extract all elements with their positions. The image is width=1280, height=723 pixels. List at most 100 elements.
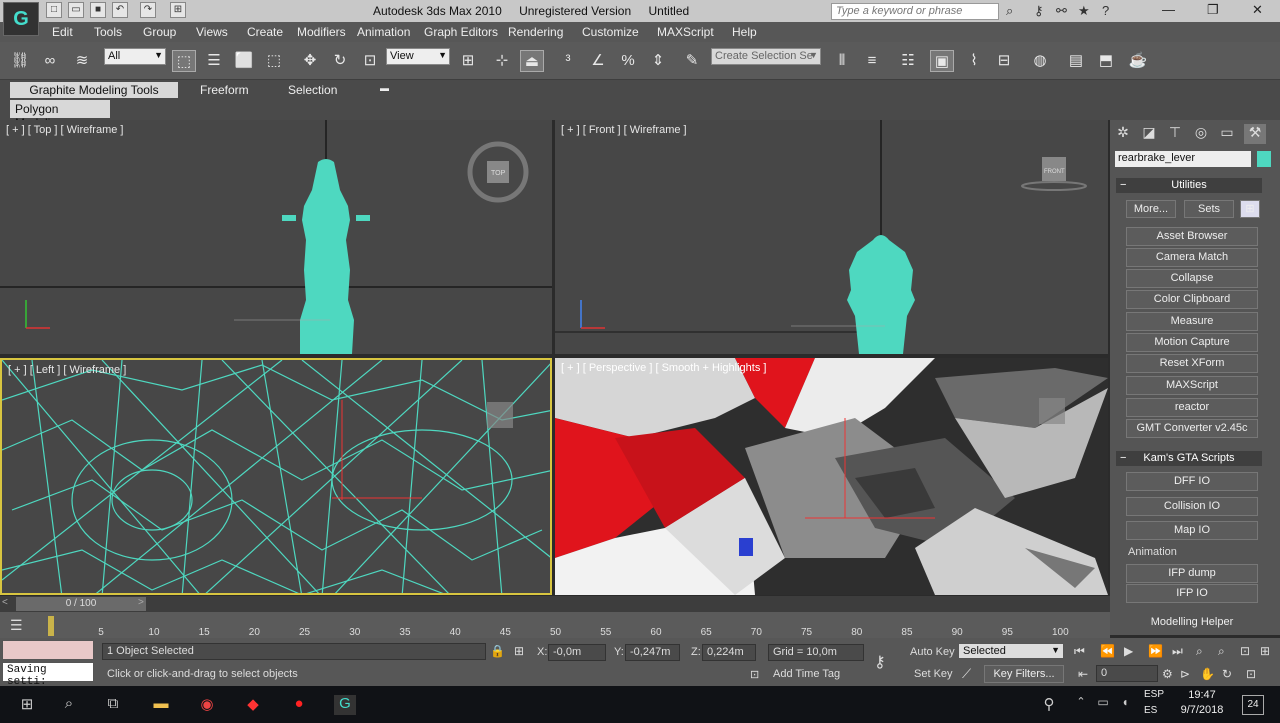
- display-icon[interactable]: ▭: [1092, 695, 1114, 715]
- time-slider[interactable]: < 0 / 100 >: [0, 596, 1110, 612]
- utility-camera-match[interactable]: Camera Match: [1126, 248, 1258, 267]
- current-frame-marker[interactable]: [48, 616, 54, 636]
- track-bar[interactable]: ☰ 5 10 15 20 25 30 35 40 45 50 55 60 65 70 75 80 85 90 95 1…: [0, 612, 1110, 638]
- minimize-icon[interactable]: —: [1162, 2, 1175, 17]
- prev-frame-icon[interactable]: <: [2, 597, 8, 608]
- align-icon[interactable]: ≡: [860, 50, 884, 72]
- new-file-icon[interactable]: □: [46, 2, 62, 18]
- tab-freeform[interactable]: Freeform: [192, 82, 257, 98]
- maximize-viewport-icon[interactable]: ⊡: [1246, 667, 1256, 681]
- auto-key-button[interactable]: Auto Key: [910, 646, 955, 658]
- graphite-toggle-icon[interactable]: ▣: [930, 50, 954, 72]
- 3ds-max-taskbar-icon[interactable]: G: [334, 695, 356, 715]
- next-frame-icon[interactable]: >: [138, 597, 144, 608]
- menu-create[interactable]: Create: [247, 25, 283, 39]
- input-language[interactable]: ESP ES: [1144, 689, 1164, 716]
- clock[interactable]: 19:47 9/7/2018: [1178, 689, 1226, 716]
- user-icon[interactable]: ⚲: [1038, 695, 1060, 715]
- rect-selection-icon[interactable]: ⬜: [232, 50, 256, 72]
- current-frame-field[interactable]: 0: [1096, 665, 1158, 682]
- menu-group[interactable]: Group: [143, 25, 176, 39]
- viewport-label-front[interactable]: [ + ] [ Front ] [ Wireframe ]: [561, 124, 687, 136]
- utility-motion-capture[interactable]: Motion Capture: [1126, 333, 1258, 352]
- menu-tools[interactable]: Tools: [94, 25, 122, 39]
- display-tab-icon[interactable]: ▭: [1216, 124, 1238, 144]
- help-icon[interactable]: ?: [1102, 3, 1109, 18]
- modify-tab-icon[interactable]: ◪: [1138, 124, 1160, 144]
- utilities-rollout-header[interactable]: − Utilities: [1116, 178, 1262, 193]
- zoom-all-icon[interactable]: ⌕: [1218, 644, 1225, 659]
- default-tangent-icon[interactable]: ⟋: [962, 666, 971, 682]
- unlink-icon[interactable]: ∞: [38, 50, 62, 72]
- select-manipulate-icon[interactable]: ⊹: [490, 50, 514, 72]
- recorder-icon[interactable]: ●: [288, 695, 310, 715]
- prev-key-icon[interactable]: ⏪: [1100, 644, 1115, 658]
- save-icon[interactable]: ■: [90, 2, 106, 18]
- select-object-icon[interactable]: ⬚: [172, 50, 196, 72]
- y-coord-field[interactable]: -0,247m: [625, 644, 680, 661]
- mirror-icon[interactable]: ⫴: [830, 50, 854, 72]
- lock-selection-icon[interactable]: 🔒: [490, 644, 505, 658]
- add-time-tag-button[interactable]: Add Time Tag: [768, 666, 864, 683]
- viewport-left[interactable]: [ + ] [ Left ] [ Wireframe ]: [0, 358, 552, 595]
- collision-io-button[interactable]: Collision IO: [1126, 497, 1258, 516]
- panel-polygon-modeling[interactable]: Polygon Modeling: [10, 100, 110, 130]
- reference-coordinate-dropdown[interactable]: View ▼: [386, 48, 450, 65]
- menu-help[interactable]: Help: [732, 25, 757, 39]
- viewport-label-left[interactable]: [ + ] [ Left ] [ Wireframe ]: [8, 364, 126, 376]
- more-button[interactable]: More...: [1126, 200, 1176, 218]
- menu-customize[interactable]: Customize: [582, 25, 639, 39]
- utility-reset-xform[interactable]: Reset XForm: [1126, 354, 1258, 373]
- set-key-icon[interactable]: ⚷: [874, 652, 886, 672]
- ifp-io-button[interactable]: IFP IO: [1126, 584, 1258, 603]
- redo-icon[interactable]: ↷: [140, 2, 156, 18]
- render-setup-icon[interactable]: ▤: [1064, 50, 1088, 72]
- menu-rendering[interactable]: Rendering: [508, 25, 563, 39]
- tray-arrow-icon[interactable]: ⌃: [1070, 695, 1092, 715]
- menu-maxscript[interactable]: MAXScript: [657, 25, 714, 39]
- hierarchy-tab-icon[interactable]: ⊤: [1164, 124, 1186, 144]
- configure-sets-icon[interactable]: ⊞: [1240, 200, 1260, 218]
- modelling-helper-button[interactable]: Modelling Helper: [1126, 614, 1258, 633]
- taskbar-search-icon[interactable]: ⌕: [58, 695, 80, 715]
- viewport-top[interactable]: TOP [ + ] [ Top ] [ Wireframe ]: [0, 120, 552, 354]
- notifications-icon[interactable]: 24: [1242, 695, 1264, 715]
- material-editor-icon[interactable]: ◍: [1028, 50, 1052, 72]
- bind-space-warp-icon[interactable]: ≋: [70, 50, 94, 72]
- undo-icon[interactable]: ↶: [112, 2, 128, 18]
- viewport-label-top[interactable]: [ + ] [ Top ] [ Wireframe ]: [6, 124, 123, 136]
- zoom-extents-icon[interactable]: ⊡: [1240, 644, 1250, 658]
- move-icon[interactable]: ✥: [298, 50, 322, 72]
- key-filters-button[interactable]: Key Filters...: [984, 665, 1064, 683]
- scale-icon[interactable]: ⊡: [358, 50, 382, 72]
- search-input[interactable]: Type a keyword or phrase: [831, 3, 999, 20]
- windows-start-icon[interactable]: ⊞: [16, 695, 38, 715]
- x-coord-field[interactable]: -0,0m: [548, 644, 606, 661]
- zoom-extents-all-icon[interactable]: ⊞: [1260, 644, 1270, 658]
- link-icon[interactable]: ⛓: [8, 50, 32, 72]
- curve-editor-icon[interactable]: ⌇: [962, 50, 986, 72]
- selection-filter-dropdown[interactable]: All ▼: [104, 48, 166, 65]
- rotate-icon[interactable]: ↻: [328, 50, 352, 72]
- map-io-button[interactable]: Map IO: [1126, 521, 1258, 540]
- pan-view-icon[interactable]: ✋: [1200, 667, 1215, 681]
- object-color-swatch[interactable]: [1257, 151, 1271, 167]
- menu-animation[interactable]: Animation: [357, 25, 410, 39]
- sets-button[interactable]: Sets: [1184, 200, 1234, 218]
- angle-snap-icon[interactable]: ∠: [586, 50, 610, 72]
- file-explorer-icon[interactable]: ▬: [150, 695, 172, 715]
- rendered-frame-icon[interactable]: ⬒: [1094, 50, 1118, 72]
- window-crossing-icon[interactable]: ⬚: [262, 50, 286, 72]
- ifp-dump-button[interactable]: IFP dump: [1126, 564, 1258, 583]
- z-coord-field[interactable]: 0,224m: [702, 644, 756, 661]
- spinner-snap-icon[interactable]: ⇕: [646, 50, 670, 72]
- viewport-perspective[interactable]: [ + ] [ Perspective ] [ Smooth + Highlig…: [555, 358, 1108, 595]
- close-icon[interactable]: ✕: [1252, 2, 1263, 18]
- utility-reactor[interactable]: reactor: [1126, 398, 1258, 417]
- utility-asset-browser[interactable]: Asset Browser: [1126, 227, 1258, 246]
- utility-measure[interactable]: Measure: [1126, 312, 1258, 331]
- menu-edit[interactable]: Edit: [52, 25, 73, 39]
- key-mode-toggle-icon[interactable]: ⇤: [1078, 667, 1088, 681]
- gta-scripts-rollout-header[interactable]: − Kam's GTA Scripts: [1116, 451, 1262, 466]
- app-logo-icon[interactable]: G: [3, 2, 39, 36]
